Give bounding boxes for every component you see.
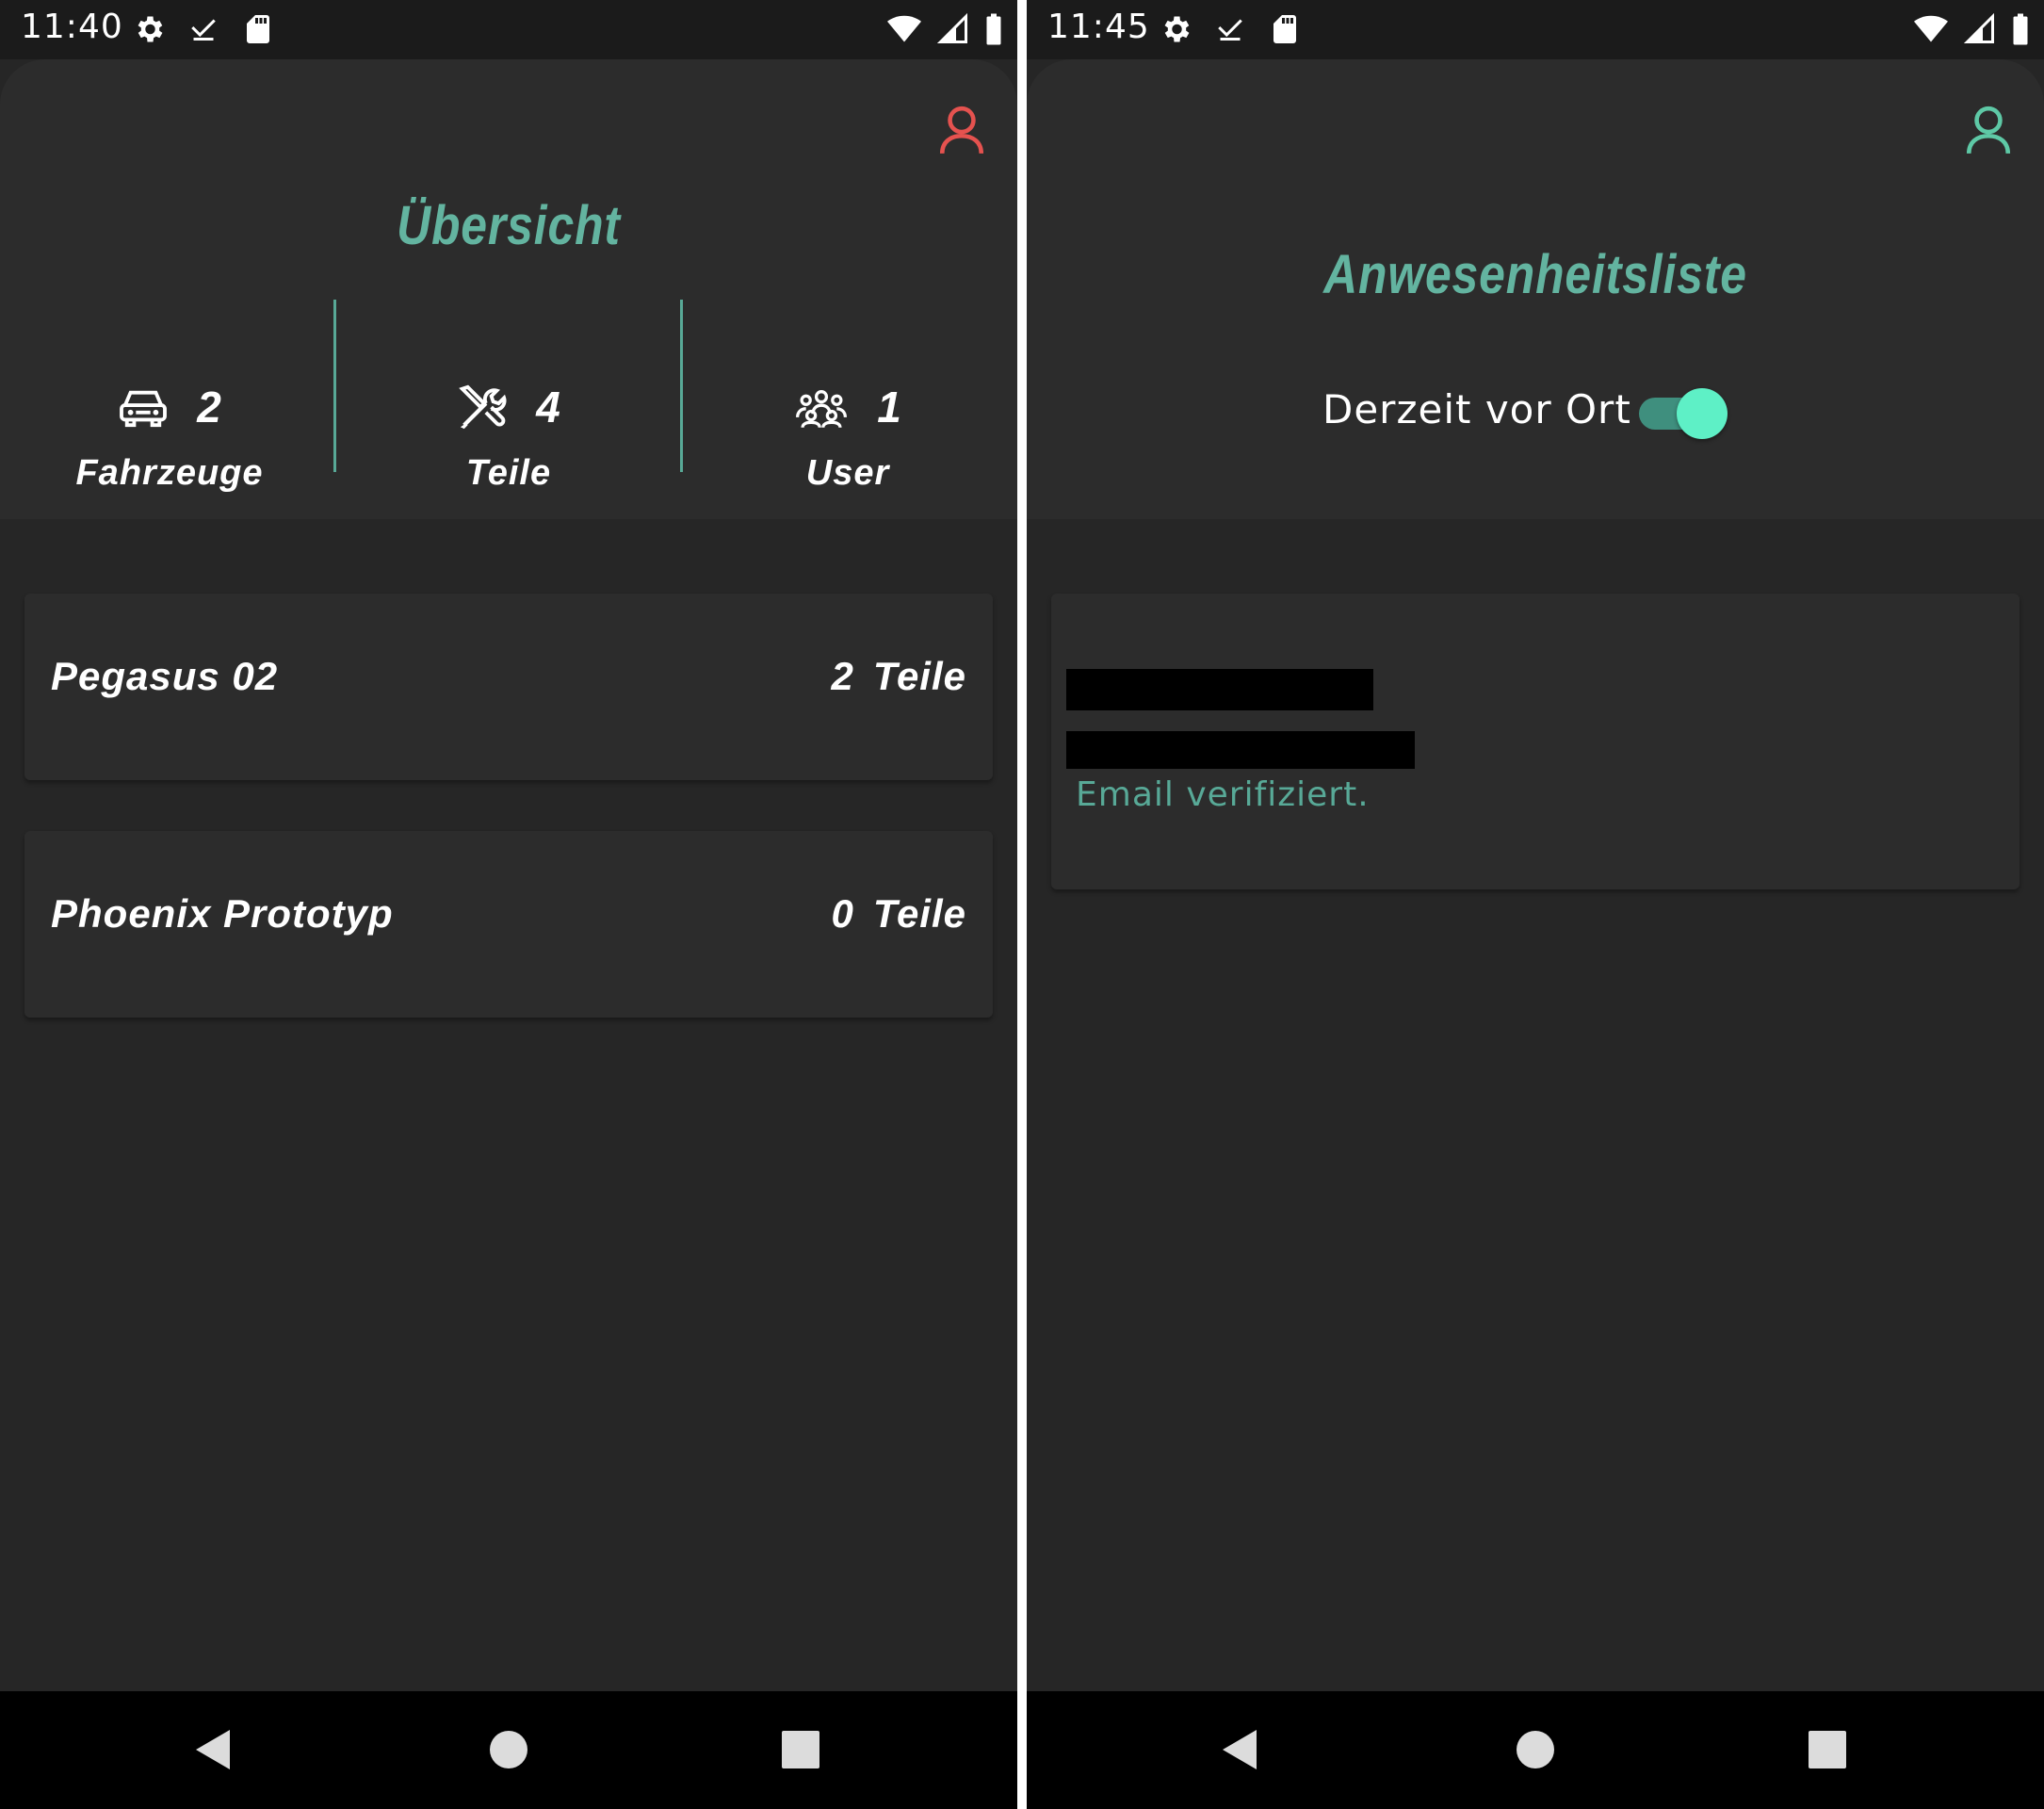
attendance-screen: 11:45 Anwesenheitsliste Derzeit vor Ort … (1027, 0, 2044, 1809)
wifi-icon (1914, 15, 1948, 42)
status-bar: 11:40 (0, 0, 1017, 59)
recents-icon[interactable] (780, 1726, 821, 1773)
wifi-icon (887, 15, 921, 42)
download-done-icon (1218, 19, 1242, 41)
stat-label: Teile (465, 453, 552, 493)
navigation-bar (0, 1691, 1017, 1809)
settings-icon (1164, 16, 1190, 42)
tools-icon (459, 384, 507, 430)
recents-icon[interactable] (1807, 1726, 1848, 1773)
stat-label: Fahrzeuge (75, 453, 264, 493)
signal-icon (1963, 12, 1994, 43)
car-icon (120, 390, 168, 428)
back-icon[interactable] (192, 1726, 234, 1773)
stat-fahrzeuge[interactable]: 2 Fahrzeuge (0, 323, 339, 512)
home-icon[interactable] (1513, 1726, 1558, 1773)
status-time: 11:45 (1047, 8, 1150, 46)
redacted-user-email (1066, 731, 1415, 769)
back-icon[interactable] (1219, 1726, 1260, 1773)
vehicle-name: Pegasus 02 (51, 654, 279, 698)
stat-label: User (805, 453, 890, 493)
status-bar: 11:45 (1027, 0, 2044, 59)
presence-toggle[interactable] (1639, 386, 1729, 439)
signal-icon (936, 12, 967, 43)
page-title: Anwesenheitsliste (1323, 244, 1747, 305)
sd-card-icon (1273, 15, 1296, 43)
status-time: 11:40 (21, 8, 123, 46)
download-done-icon (191, 19, 216, 41)
vehicle-name: Phoenix Prototyp (51, 891, 394, 936)
redacted-user-name (1066, 669, 1373, 710)
stat-teile[interactable]: 4 Teile (339, 323, 678, 512)
vehicle-card[interactable]: Phoenix Prototyp 0 Teile (24, 831, 993, 1018)
vehicle-card[interactable]: Pegasus 02 2 Teile (24, 594, 993, 780)
profile-icon[interactable] (1965, 105, 2012, 155)
stat-value: 1 (877, 383, 901, 432)
battery-icon (2013, 13, 2028, 45)
stat-value: 4 (536, 383, 560, 432)
vehicle-part-count: 2 Teile (831, 654, 966, 698)
profile-icon[interactable] (938, 105, 985, 155)
sd-card-icon (247, 15, 269, 43)
stat-divider (333, 300, 336, 472)
vehicle-part-count: 0 Teile (831, 891, 966, 936)
users-icon (796, 390, 848, 428)
email-verified-status: Email verifiziert. (1076, 775, 1370, 814)
stat-user[interactable]: 1 User (678, 323, 1017, 512)
user-card[interactable]: Email verifiziert. (1051, 594, 2020, 889)
overview-screen: 11:40 Übersicht 2 Fahrzeuge 4 Teile 1 Us… (0, 0, 1017, 1809)
settings-icon (138, 16, 163, 42)
battery-icon (986, 13, 1001, 45)
navigation-bar (1027, 1691, 2044, 1809)
stat-value: 2 (197, 383, 221, 432)
toggle-thumb (1677, 388, 1728, 439)
presence-toggle-label: Derzeit vor Ort (1322, 386, 1631, 432)
home-icon[interactable] (486, 1726, 531, 1773)
page-title: Übersicht (397, 195, 621, 256)
overview-header: Übersicht 2 Fahrzeuge 4 Teile 1 User (0, 59, 1017, 519)
attendance-header: Anwesenheitsliste (1027, 59, 2044, 519)
